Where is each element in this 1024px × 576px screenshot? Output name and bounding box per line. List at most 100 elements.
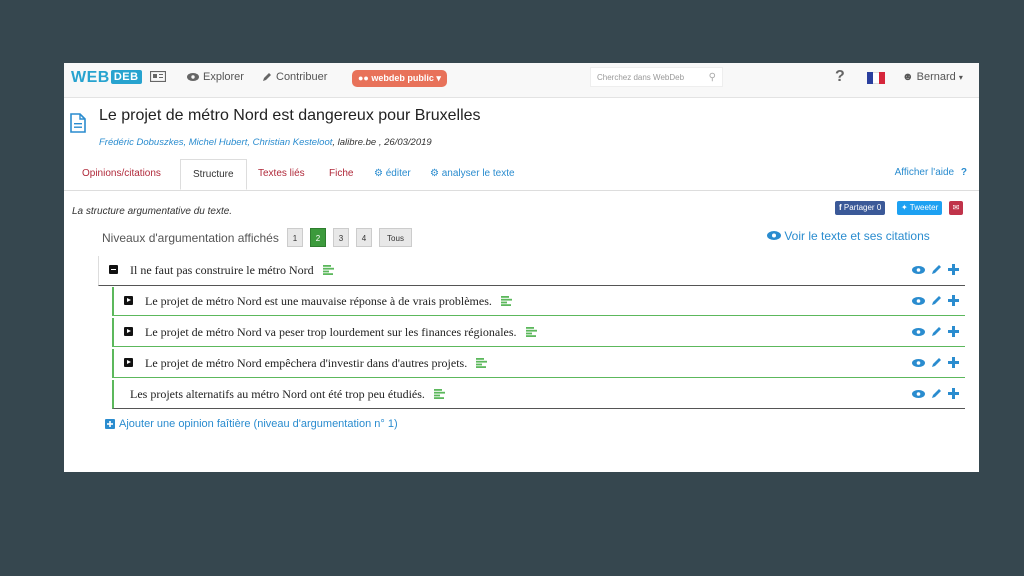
id-card-icon[interactable] [150,71,166,82]
tab-editer-label: éditer [385,168,411,179]
argument-row-level2: Le projet de métro Nord va peser trop lo… [112,318,965,347]
plus-icon[interactable] [948,357,959,368]
voir-texte-label: Voir le texte et ses citations [784,229,930,243]
users-icon: ●● [358,73,369,83]
voir-texte-link[interactable]: Voir le texte et ses citations [767,229,930,243]
nav-contribuer-label: Contribuer [276,71,328,83]
nav-explorer[interactable]: Explorer [187,71,244,83]
collapse-toggle-icon[interactable] [109,265,118,274]
eye-icon[interactable] [912,358,925,367]
webdeb-logo[interactable]: WEB DEB [71,69,142,87]
text-lines-icon[interactable] [500,296,512,306]
argument-text-label: Il ne faut pas construire le métro Nord [130,263,314,277]
argument-row-level2: Les projets alternatifs au métro Nord on… [112,380,965,409]
level-all-button[interactable]: Tous [379,228,412,247]
eye-icon [767,231,781,240]
logo-badge: DEB [110,70,142,84]
plus-icon[interactable] [948,388,959,399]
cogs-icon: ⚙ [374,168,383,179]
envelope-icon: ✉ [952,203,960,212]
show-help-link[interactable]: Afficher l'aide ? [895,167,967,178]
eye-icon[interactable] [912,389,925,398]
email-share-button[interactable]: ✉ [949,201,963,215]
level-2-button[interactable]: 2 [310,228,326,247]
twitter-share-label: Tweeter [909,203,939,212]
eye-icon [187,73,199,81]
pencil-icon[interactable] [931,357,942,368]
twitter-icon: ✦ [901,203,908,212]
eye-icon[interactable] [912,296,925,305]
text-lines-icon[interactable] [476,358,488,368]
pencil-icon[interactable] [931,264,942,275]
argument-text: Le projet de métro Nord va peser trop lo… [145,325,537,340]
facebook-share-button[interactable]: f Partager 0 [835,201,886,215]
tab-editer[interactable]: ⚙ éditer [374,168,411,179]
eye-icon[interactable] [912,327,925,336]
document-icon [70,113,86,133]
pencil-icon[interactable] [931,326,942,337]
app-window: WEB DEB Explorer Contribuer ●● webdeb pub… [64,63,979,472]
user-menu[interactable]: ☻ Bernard ▾ [902,71,963,83]
text-lines-icon[interactable] [322,265,334,275]
expand-toggle-icon[interactable] [124,327,133,336]
argument-text-label: Le projet de métro Nord empêchera d'inve… [145,356,468,370]
authors-link[interactable]: Frédéric Dobuszkes, Michel Hubert, Chris… [99,137,332,148]
pencil-icon[interactable] [931,295,942,306]
show-help-label: Afficher l'aide [894,167,955,178]
twitter-share-button[interactable]: ✦ Tweeter [897,201,943,215]
group-label: webdeb public [371,73,434,83]
plus-square-icon [105,419,115,429]
level-4-button[interactable]: 4 [356,228,372,247]
tab-opinions[interactable]: Opinions/citations [82,168,161,179]
search-icon[interactable]: ⚲ [709,68,716,88]
argument-row-level2: Le projet de métro Nord est une mauvaise… [112,287,965,316]
argument-row-level1: Il ne faut pas construire le métro Nord [98,256,965,286]
levels-label: Niveaux d'argumentation affichés [102,231,279,245]
nav-contribuer[interactable]: Contribuer [262,71,327,83]
row-actions [912,357,959,368]
caret-down-icon: ▾ [436,73,441,83]
group-dropdown[interactable]: ●● webdeb public ▾ [352,70,447,87]
tab-analyser-label: analyser le texte [441,168,515,179]
text-lines-icon[interactable] [525,327,537,337]
top-navbar: WEB DEB Explorer Contribuer ●● webdeb pub… [64,63,979,98]
text-lines-icon[interactable] [433,389,445,399]
argument-text: Il ne faut pas construire le métro Nord [130,263,334,278]
level-3-button[interactable]: 3 [333,228,349,247]
argument-text: Les projets alternatifs au métro Nord on… [130,387,445,402]
plus-icon[interactable] [948,264,959,275]
expand-toggle-icon[interactable] [124,296,133,305]
row-actions [912,295,959,306]
page-title: Le projet de métro Nord est dangereux po… [99,107,481,124]
argument-text-label: Les projets alternatifs au métro Nord on… [130,387,425,401]
expand-toggle-icon[interactable] [124,358,133,367]
plus-icon[interactable] [948,326,959,337]
argument-row-level2: Le projet de métro Nord empêchera d'inve… [112,349,965,378]
facebook-icon: f [839,203,842,212]
pencil-icon[interactable] [931,388,942,399]
tab-analyser[interactable]: ⚙ analyser le texte [430,168,515,179]
search-input[interactable]: Cherchez dans WebDeb ⚲ [590,67,723,87]
tab-structure[interactable]: Structure [180,159,247,190]
question-icon: ? [960,167,967,178]
structure-description: La structure argumentative du texte. [72,206,233,217]
user-icon: ☻ [902,71,914,83]
argument-text: Le projet de métro Nord empêchera d'inve… [145,356,488,371]
facebook-share-label: Partager 0 [843,203,882,212]
logo-text: WEB [71,69,110,86]
plus-icon[interactable] [948,295,959,306]
tab-bar: Opinions/citations Structure Textes liés… [64,159,979,191]
document-meta: Frédéric Dobuszkes, Michel Hubert, Chris… [99,137,432,148]
level-1-button[interactable]: 1 [287,228,303,247]
add-opinion-link[interactable]: Ajouter une opinion faîtière (niveau d'a… [105,418,398,430]
argument-text-label: Le projet de métro Nord est une mauvaise… [145,294,492,308]
french-flag-icon[interactable] [867,72,885,84]
tab-fiche[interactable]: Fiche [329,168,353,179]
row-actions [912,264,959,275]
argument-text-label: Le projet de métro Nord va peser trop lo… [145,325,517,339]
help-icon[interactable]: ? [835,68,845,86]
caret-down-icon: ▾ [958,73,963,82]
eye-icon[interactable] [912,265,925,274]
pencil-icon [263,73,271,81]
tab-textes-lies[interactable]: Textes liés [258,168,305,179]
